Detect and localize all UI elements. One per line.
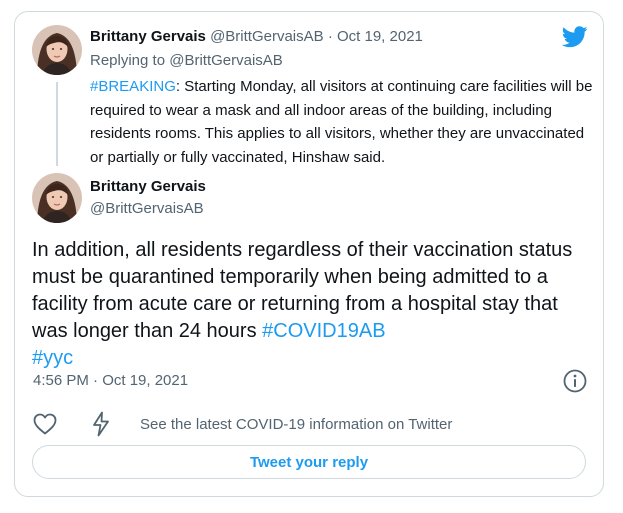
hashtag-breaking[interactable]: #BREAKING xyxy=(90,78,176,95)
tweet-your-reply-button[interactable]: Tweet your reply xyxy=(32,445,586,479)
avatar[interactable] xyxy=(32,25,82,75)
main-tweet-text: In addition, all residents regardless of… xyxy=(32,237,592,372)
thread-connector-line xyxy=(56,82,58,166)
twitter-bird-icon[interactable] xyxy=(561,26,588,53)
parent-author-name[interactable]: Brittany Gervais xyxy=(90,28,206,45)
tweet-embed-card: Brittany Gervais @BrittGervaisAB · Oct 1… xyxy=(14,11,604,497)
hashtag-covid19ab[interactable]: #COVID19AB xyxy=(262,320,385,342)
separator-dot: · xyxy=(327,28,333,45)
tweet-actions-bar: See the latest COVID-19 information on T… xyxy=(33,411,588,439)
main-author-name[interactable]: Brittany Gervais xyxy=(90,177,206,197)
info-icon[interactable] xyxy=(562,368,588,399)
covid-info-link[interactable]: See the latest COVID-19 information on T… xyxy=(140,415,452,435)
parent-tweet-date[interactable]: Oct 19, 2021 xyxy=(337,28,423,45)
heart-icon[interactable] xyxy=(33,413,57,440)
replying-to-handle[interactable]: @BrittGervaisAB xyxy=(169,52,283,69)
parent-tweet-header: Brittany Gervais @BrittGervaisAB · Oct 1… xyxy=(90,27,423,47)
replying-to-line: Replying to @BrittGervaisAB xyxy=(90,51,283,71)
hashtag-yyc[interactable]: #yyc xyxy=(32,347,73,369)
parent-author-handle[interactable]: @BrittGervaisAB xyxy=(210,28,324,45)
avatar[interactable] xyxy=(32,173,82,223)
main-author-handle[interactable]: @BrittGervaisAB xyxy=(90,199,204,219)
lightning-bolt-icon[interactable] xyxy=(91,411,111,442)
tweet-timestamp[interactable]: 4:56 PM · Oct 19, 2021 xyxy=(33,371,188,391)
parent-tweet-text: #BREAKING: Starting Monday, all visitors… xyxy=(90,75,595,169)
replying-to-label: Replying to xyxy=(90,52,166,69)
